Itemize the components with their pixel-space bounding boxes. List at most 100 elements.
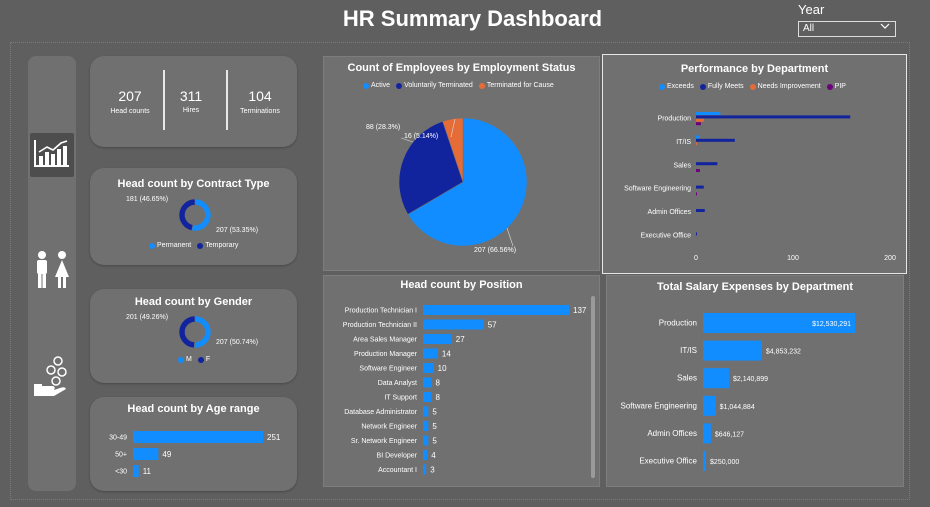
category-label: Admin Offices <box>647 429 697 438</box>
bar-fully-meets[interactable] <box>696 185 704 189</box>
bar[interactable] <box>703 340 762 361</box>
age-bar-chart: 30-49 251 50+ 49 <30 11 <box>109 431 281 477</box>
category-label: Admin Offices <box>648 209 692 216</box>
nav-salary-button[interactable] <box>30 355 74 404</box>
bar[interactable] <box>703 368 729 389</box>
tick-label: 0 <box>694 255 698 262</box>
bar[interactable] <box>133 431 263 443</box>
slice-temporary[interactable] <box>178 198 196 232</box>
bar-exceeds[interactable] <box>696 112 721 115</box>
data-label: 57 <box>488 321 497 330</box>
bar-fully-meets[interactable] <box>696 115 851 119</box>
bar-fully-meets[interactable] <box>696 209 705 212</box>
category-label: Sr. Network Engineer <box>351 438 418 445</box>
data-label: 8 <box>436 393 441 402</box>
salary-icon <box>32 355 72 404</box>
category-label: Network Engineer <box>361 424 417 431</box>
bar-needs-improvement[interactable] <box>696 118 704 122</box>
salary-bar-chart: Production $12,530,291 IT/IS $4,853,232 Sale… <box>621 313 855 471</box>
bar[interactable] <box>703 451 707 471</box>
bar[interactable] <box>423 435 429 446</box>
category-label: Accountant I <box>378 467 417 474</box>
legend-item: F <box>197 356 210 363</box>
legend: M F <box>178 356 210 363</box>
category-label: IT/IS <box>676 139 691 146</box>
legend-item: Temporary <box>197 242 238 249</box>
data-label: $646,127 <box>715 431 744 438</box>
legend: Permanent Temporary <box>149 242 238 249</box>
data-label: 14 <box>442 350 451 359</box>
kpi-value: 104 <box>248 88 272 104</box>
data-label: 137 <box>573 306 587 315</box>
kpi-label: Hires <box>182 107 200 114</box>
category-label: 50+ <box>115 452 127 459</box>
bar[interactable] <box>423 377 432 388</box>
bar[interactable] <box>423 450 428 460</box>
data-label: 207 (66.56%) <box>474 247 517 254</box>
bar-needs-improvement[interactable] <box>696 142 697 146</box>
category-label: Production <box>659 319 697 328</box>
bar-fully-meets[interactable] <box>696 232 697 236</box>
category-label: 30-49 <box>109 435 127 442</box>
bar[interactable] <box>703 395 716 416</box>
kpi-label: Head counts <box>110 108 150 115</box>
category-label: Sales <box>673 162 691 169</box>
performance-bar-chart: Production IT/IS Sales Software Engineering… <box>624 112 896 262</box>
kpi-value: 207 <box>118 88 142 104</box>
slice-f[interactable] <box>178 315 196 349</box>
category-label: BI Developer <box>377 453 418 460</box>
nav-people-button[interactable] <box>30 250 74 294</box>
data-label: 8 <box>436 379 441 388</box>
leader-line <box>506 227 514 247</box>
bar[interactable] <box>133 465 139 477</box>
data-label: $4,853,232 <box>766 349 801 356</box>
contract-donut <box>178 198 212 232</box>
data-label: 10 <box>438 364 447 373</box>
category-label: IT/IS <box>680 346 697 355</box>
bar-pip[interactable] <box>696 192 697 196</box>
employment-status-panel: Count of Employees by Employment Status … <box>323 56 600 271</box>
category-label: Production Manager <box>354 351 418 358</box>
nav-overview-button[interactable] <box>30 133 74 177</box>
category-label: Production Technician I <box>345 308 417 315</box>
scrollbar[interactable] <box>591 296 595 478</box>
bar-exceeds[interactable] <box>696 135 700 139</box>
category-label: Production Technician II <box>343 322 417 329</box>
data-label: 27 <box>456 335 465 344</box>
kpi-label: Terminations <box>240 108 280 115</box>
bar-fully-meets[interactable] <box>696 162 718 166</box>
category-label: Database Administrator <box>344 409 417 416</box>
year-label: Year <box>798 2 825 17</box>
bar[interactable] <box>423 348 438 359</box>
slice-m[interactable] <box>193 315 212 349</box>
bar[interactable] <box>423 406 429 417</box>
data-label: 201 (49.26%) <box>126 314 169 321</box>
data-label: 5 <box>432 437 437 446</box>
bar[interactable] <box>133 448 159 460</box>
data-label: $250,000 <box>710 459 739 466</box>
bar[interactable] <box>423 319 484 330</box>
bar[interactable] <box>423 305 569 315</box>
data-label: 251 <box>267 433 281 442</box>
position-bar-chart: Production Technician I 137 Production Tec… <box>343 305 587 475</box>
gender-donut <box>178 315 212 349</box>
kpi-card: 207 Head counts 311 Hires 104 Terminatio… <box>90 56 297 147</box>
bar[interactable] <box>423 363 434 373</box>
data-label: 88 (28.3%) <box>366 124 401 131</box>
bar-fully-meets[interactable] <box>696 138 735 142</box>
bar[interactable] <box>423 334 452 344</box>
chart-icon <box>33 138 71 173</box>
bar[interactable] <box>423 392 432 402</box>
category-label: Sales <box>677 374 697 383</box>
year-dropdown[interactable]: All <box>798 21 896 37</box>
position-panel: Head count by Position Production Techni… <box>323 275 600 487</box>
kpi-head-counts: 207 Head counts <box>96 56 164 115</box>
contract-type-card: Head count by Contract Type 181 (46.65%)… <box>90 168 297 265</box>
bar[interactable] <box>423 464 427 475</box>
bar-pip[interactable] <box>696 122 701 126</box>
tick-label: 100 <box>787 255 799 262</box>
data-label: $2,140,899 <box>733 376 768 383</box>
bar[interactable] <box>703 423 711 444</box>
bar[interactable] <box>423 421 429 431</box>
bar-pip[interactable] <box>696 169 700 172</box>
